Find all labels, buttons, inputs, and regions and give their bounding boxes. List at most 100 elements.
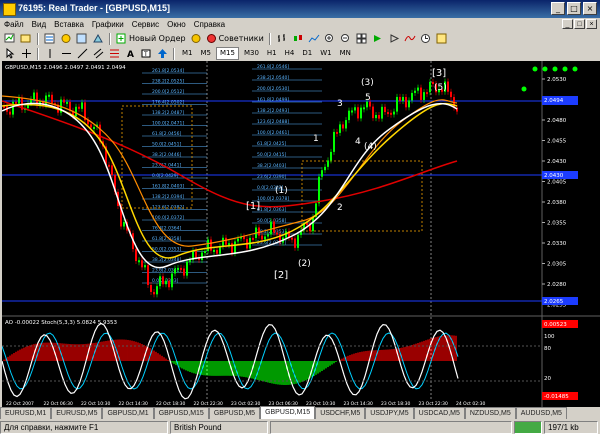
candle-body — [399, 96, 401, 101]
chart-tab[interactable]: USDCHF,M5 — [315, 407, 366, 419]
wave-label: 4 — [355, 137, 361, 147]
timeframe-w1[interactable]: W1 — [317, 48, 334, 59]
text-icon[interactable]: A — [123, 48, 137, 60]
cursor-icon[interactable] — [3, 48, 17, 60]
menu-help[interactable]: Справка — [190, 20, 229, 29]
zoom-in-icon[interactable] — [323, 33, 337, 45]
chart-tab[interactable]: USDCAD,M5 — [413, 407, 465, 419]
candle-body — [9, 111, 11, 115]
osc-scale-label: 80 — [544, 346, 551, 352]
child-minimize-button[interactable]: _ — [562, 19, 573, 29]
zoom-out-icon[interactable] — [339, 33, 353, 45]
templates-icon[interactable] — [435, 33, 449, 45]
channel-icon[interactable] — [91, 48, 105, 60]
window-title: 76195: Real Trader - [GBPUSD,M15] — [18, 3, 171, 13]
chart-tab[interactable]: GBPUSD,M5 — [208, 407, 261, 419]
menu-insert[interactable]: Вставка — [50, 20, 88, 29]
candle-body — [201, 252, 203, 260]
candle-body — [171, 273, 173, 288]
menu-file[interactable]: Файл — [0, 20, 28, 29]
autoscroll-icon[interactable] — [371, 33, 385, 45]
price-tick-label: 2.0330 — [547, 241, 567, 247]
timeframe-m5[interactable]: M5 — [198, 48, 215, 59]
menu-tools[interactable]: Сервис — [128, 20, 163, 29]
chart-tab[interactable]: AUDUSD,M5 — [515, 407, 567, 419]
price-tick-label: 2.0380 — [547, 200, 567, 206]
fib-level-label: 100.0[2.0378] — [257, 196, 289, 202]
new-order-button[interactable]: Новый Ордер — [115, 33, 187, 45]
terminal-icon[interactable] — [75, 33, 89, 45]
candle-body — [372, 106, 374, 119]
menu-window[interactable]: Окно — [163, 20, 190, 29]
osc-scale-label: -0.01485 — [544, 394, 569, 400]
candle-body — [75, 106, 77, 117]
trendline-icon[interactable] — [75, 48, 89, 60]
status-help: Для справки, нажмите F1 — [0, 420, 168, 434]
status-bar: Для справки, нажмите F1 British Pound 19… — [0, 420, 600, 434]
line-chart-icon[interactable] — [307, 33, 321, 45]
chart-tab[interactable]: EURUSD,M1 — [0, 407, 52, 419]
advisors-label: Советники — [218, 34, 264, 43]
candle-body — [15, 101, 17, 104]
chart-window[interactable]: 261.8[2.0534] 238.2[2.0525] 200.0[2.0512] 1… — [2, 61, 600, 407]
candle-body — [48, 94, 50, 97]
timeframe-m1[interactable]: M1 — [179, 48, 196, 59]
osc-scale-label: 0.00523 — [544, 322, 567, 328]
chart-tab[interactable]: GBPUSD,M15 — [153, 407, 209, 419]
chart-tab[interactable]: EURUSD,M5 — [51, 407, 103, 419]
candle-body — [213, 249, 215, 252]
chart-tab-active[interactable]: GBPUSD,M15 — [260, 406, 316, 419]
minimize-button[interactable]: _ — [551, 2, 565, 15]
timeframe-h4[interactable]: H4 — [282, 48, 298, 59]
candle-body — [408, 100, 410, 108]
vertical-line-icon[interactable] — [43, 48, 57, 60]
candle-body — [216, 249, 218, 254]
advisors-button[interactable]: Советники — [205, 33, 265, 45]
new-order-label: Новый Ордер — [129, 34, 186, 43]
wave-label: 5 — [365, 93, 371, 103]
level-price-label: 2.0430 — [544, 173, 564, 179]
wave-label: (3) — [361, 78, 374, 88]
timeframe-mn[interactable]: MN — [337, 48, 354, 59]
chart-tab[interactable]: USDJPY,M5 — [365, 407, 414, 419]
chart-tab[interactable]: GBPUSD,M1 — [102, 407, 154, 419]
tile-windows-icon[interactable] — [355, 33, 369, 45]
timeframe-h1[interactable]: H1 — [264, 48, 280, 59]
metaeditor-icon[interactable] — [189, 33, 203, 45]
candle-body — [153, 291, 155, 295]
close-button[interactable]: × — [583, 2, 597, 15]
market-watch-icon[interactable] — [43, 33, 57, 45]
fibonacci-icon[interactable] — [107, 48, 121, 60]
periods-icon[interactable] — [419, 33, 433, 45]
timeframe-m15[interactable]: M15 — [216, 47, 239, 60]
candlestick-icon[interactable] — [291, 33, 305, 45]
candle-body — [450, 91, 452, 98]
child-close-button[interactable]: × — [586, 19, 597, 29]
candle-body — [186, 261, 188, 276]
crosshair-icon[interactable] — [19, 48, 33, 60]
candle-body — [159, 276, 161, 287]
label-icon[interactable]: T — [139, 48, 153, 60]
indicators-icon[interactable] — [403, 33, 417, 45]
tester-icon[interactable] — [91, 33, 105, 45]
candle-body — [90, 124, 92, 128]
chart-shift-icon[interactable] — [387, 33, 401, 45]
candle-body — [375, 114, 377, 119]
maximize-button[interactable]: □ — [567, 2, 581, 15]
new-chart-icon[interactable] — [3, 33, 17, 45]
timeframe-m30[interactable]: M30 — [241, 48, 262, 59]
menu-view[interactable]: Вид — [28, 20, 50, 29]
horizontal-line-icon[interactable] — [59, 48, 73, 60]
child-restore-button[interactable]: □ — [574, 19, 585, 29]
arrows-icon[interactable] — [155, 48, 169, 60]
navigator-icon[interactable] — [59, 33, 73, 45]
profiles-icon[interactable] — [19, 33, 33, 45]
menu-charts[interactable]: Графики — [88, 20, 128, 29]
bar-chart-icon[interactable] — [275, 33, 289, 45]
fib-level-label: 76.4[2.0364] — [152, 226, 182, 232]
candle-body — [396, 96, 398, 112]
chart-tab[interactable]: NZDUSD,M5 — [464, 407, 516, 419]
price-tick-label: 2.0405 — [547, 180, 567, 186]
fib-level-label: 50.0[2.0451] — [152, 142, 182, 148]
timeframe-d1[interactable]: D1 — [299, 48, 315, 59]
